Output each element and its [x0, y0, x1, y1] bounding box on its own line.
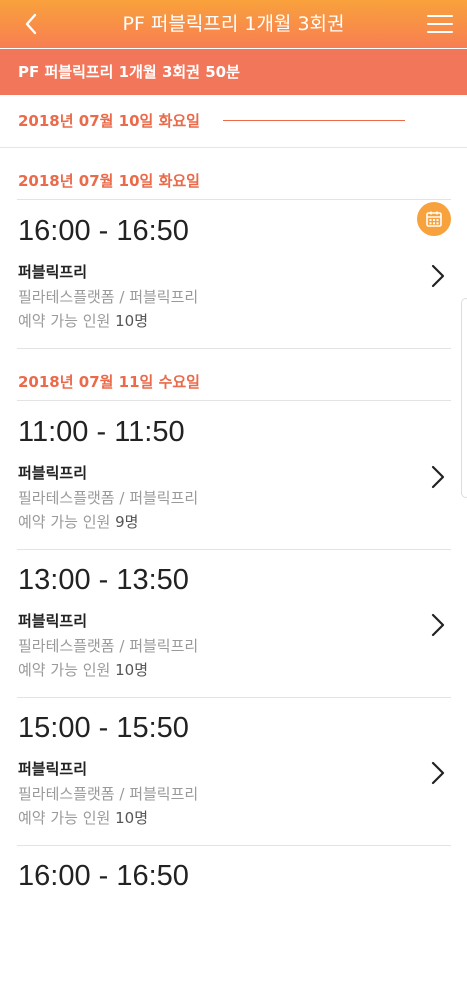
slot-name: 퍼블릭프리	[18, 263, 88, 281]
section-date-label: 2018년 07월 10일 화요일	[18, 172, 200, 190]
divider	[17, 348, 451, 349]
slot-availability: 예약 가능 인원 9명	[18, 511, 138, 532]
class-slot[interactable]: 15:00 - 15:50 퍼블릭프리 필라테스플랫폼 / 퍼블릭프리 예약 가…	[0, 698, 467, 846]
availability-count: 9명	[115, 513, 139, 531]
slot-time: 11:00 - 11:50	[18, 416, 185, 448]
slot-place: 필라테스플랫폼 / 퍼블릭프리	[18, 489, 199, 507]
slot-availability: 예약 가능 인원 10명	[18, 807, 148, 828]
selected-date: 2018년 07월 10일 화요일	[18, 112, 200, 130]
class-slot[interactable]: 16:00 - 16:50 퍼블릭프리 필라테스플랫폼 / 퍼블릭프리 예약 가…	[0, 201, 467, 349]
slot-time: 15:00 - 15:50	[18, 712, 189, 744]
chevron-right-icon	[431, 761, 445, 785]
availability-label: 예약 가능 인원	[18, 513, 111, 531]
slot-availability: 예약 가능 인원 10명	[18, 659, 148, 680]
slot-place: 필라테스플랫폼 / 퍼블릭프리	[18, 637, 199, 655]
chevron-right-icon	[431, 465, 445, 489]
page-title: PF 퍼블릭프리 1개월 3회권	[122, 13, 345, 35]
slot-name: 퍼블릭프리	[18, 760, 88, 778]
class-slot[interactable]: 16:00 - 16:50	[0, 846, 467, 994]
availability-label: 예약 가능 인원	[18, 809, 111, 827]
slot-name: 퍼블릭프리	[18, 612, 88, 630]
scroll-indicator	[461, 298, 467, 498]
hamburger-icon	[427, 15, 453, 17]
app-header: PF 퍼블릭프리 1개월 3회권	[0, 0, 467, 48]
slot-availability: 예약 가능 인원 10명	[18, 310, 148, 331]
ticket-title: PF 퍼블릭프리 1개월 3회권 50분	[0, 49, 467, 95]
chevron-left-icon	[25, 13, 37, 35]
date-divider-line	[223, 120, 405, 121]
menu-button[interactable]	[427, 12, 453, 36]
section-date-label: 2018년 07월 11일 수요일	[18, 373, 200, 391]
availability-label: 예약 가능 인원	[18, 312, 111, 330]
availability-count: 10명	[115, 661, 149, 679]
date-selector: 2018년 07월 10일 화요일	[0, 95, 467, 236]
slot-time: 13:00 - 13:50	[18, 564, 189, 596]
availability-label: 예약 가능 인원	[18, 661, 111, 679]
chevron-right-icon	[431, 613, 445, 637]
divider	[17, 400, 451, 401]
chevron-right-icon	[431, 264, 445, 288]
slot-place: 필라테스플랫폼 / 퍼블릭프리	[18, 785, 199, 803]
divider	[17, 199, 451, 200]
slot-time: 16:00 - 16:50	[18, 860, 189, 892]
slot-name: 퍼블릭프리	[18, 464, 88, 482]
slot-time: 16:00 - 16:50	[18, 215, 189, 247]
availability-count: 10명	[115, 809, 149, 827]
slot-place: 필라테스플랫폼 / 퍼블릭프리	[18, 288, 199, 306]
class-slot[interactable]: 13:00 - 13:50 퍼블릭프리 필라테스플랫폼 / 퍼블릭프리 예약 가…	[0, 550, 467, 698]
back-button[interactable]	[16, 8, 46, 40]
availability-count: 10명	[115, 312, 149, 330]
class-slot[interactable]: 11:00 - 11:50 퍼블릭프리 필라테스플랫폼 / 퍼블릭프리 예약 가…	[0, 402, 467, 550]
